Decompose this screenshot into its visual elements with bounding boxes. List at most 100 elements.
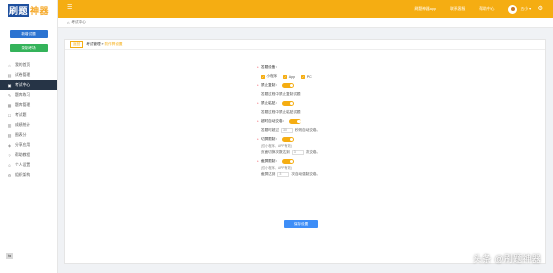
- force-submit-row: * 超时自动交卷：: [257, 117, 397, 126]
- screenshot-row: * 截屏限制：: [257, 157, 397, 166]
- sidebar-item-share[interactable]: ◈ 分享应用: [0, 140, 57, 150]
- screenshot-toggle[interactable]: [281, 159, 294, 164]
- logo-rest: 神器: [30, 5, 50, 16]
- sidebar-item-label: 考试中心: [15, 82, 31, 87]
- avatar: [508, 4, 518, 14]
- check-icon: ✓: [301, 74, 306, 79]
- screenshot-setting: 截屏达到 3 次自动强制交卷。: [257, 170, 397, 179]
- add-question-button[interactable]: 新增试题: [9, 30, 48, 38]
- sidebar-item-label: 试卷管理: [15, 72, 31, 77]
- logo[interactable]: 刷题 神器: [0, 0, 57, 20]
- screenshot-count-input[interactable]: 3: [277, 172, 290, 177]
- sidebar-item-exam-center[interactable]: ▣ 考试中心: [0, 80, 57, 90]
- switch-setting: 页面切换次数达到 3 次交卷。: [257, 148, 397, 157]
- sidebar-item-home[interactable]: ⌂ 我的首页: [0, 60, 57, 70]
- switch-label: 切屏限制：: [261, 137, 279, 141]
- sidebar-item-tests[interactable]: ☐ 考试题: [0, 110, 57, 120]
- sidebar-item-label: 帮助教程: [15, 152, 31, 157]
- sidebar-item-label: 题库管理: [15, 102, 31, 107]
- checkbox-miniprogram[interactable]: ✓ 小程序: [261, 74, 277, 79]
- home-icon[interactable]: ⌂: [67, 20, 69, 25]
- record-exam-button[interactable]: 录制考场: [9, 44, 48, 52]
- device-row: * 答题设备：: [257, 63, 397, 72]
- force-label: 超时自动交卷：: [261, 119, 287, 123]
- top-bar: ☰ 刷题神器app 联系客服 帮助中心 五小 ▾ ⚙: [58, 0, 553, 18]
- checkbox-pc[interactable]: ✓ PC: [301, 74, 312, 79]
- copy-row: * 禁止复制：: [257, 81, 397, 90]
- breadcrumb: ⌂ 考试中心: [58, 18, 553, 28]
- settings-card: 返回 考试管理 » 防作弊设置 * 答题设备： ✓ 小程序 ✓ App ✓ PC * …: [64, 39, 546, 264]
- switch-suffix: 次交卷。: [305, 150, 321, 154]
- gear-icon[interactable]: ⚙: [538, 5, 543, 12]
- sidebar-item-label: 分享应用: [15, 142, 31, 147]
- sidebar-item-org[interactable]: ⚙ 组织架构: [0, 170, 57, 180]
- checkbox-app[interactable]: ✓ App: [283, 74, 296, 79]
- checkbox-label: PC: [306, 74, 312, 79]
- collapse-sidebar-icon[interactable]: ⇆: [6, 253, 13, 259]
- force-setting: 答题时超过 30 秒则自动交卷。: [257, 126, 397, 135]
- device-label: 答题设备：: [261, 65, 279, 69]
- setting-icon: ⚙: [7, 172, 12, 178]
- user-menu[interactable]: 五小 ▾: [508, 4, 531, 14]
- check-icon: ✓: [283, 74, 288, 79]
- chart-icon: ▨: [7, 132, 12, 138]
- doc-icon: ▤: [7, 72, 12, 78]
- switch-toggle[interactable]: [281, 137, 294, 142]
- card-path[interactable]: 考试管理 »: [86, 42, 103, 47]
- score-icon: ▥: [7, 122, 12, 128]
- paste-toggle[interactable]: [281, 101, 294, 106]
- save-settings-button[interactable]: 保存设置: [284, 220, 318, 228]
- paste-label: 禁止粘贴：: [261, 101, 279, 105]
- bank-icon: ▦: [7, 102, 12, 108]
- share-icon: ◈: [7, 142, 12, 148]
- user-icon: ☺: [7, 162, 12, 168]
- card-header: 返回 考试管理 » 防作弊设置: [65, 40, 545, 50]
- force-suffix: 秒则自动交卷。: [294, 128, 321, 132]
- sidebar-item-label: 题库练习: [15, 92, 31, 97]
- sidebar-item-scores[interactable]: ▥ 成绩统计: [0, 120, 57, 130]
- switch-count-input[interactable]: 3: [291, 150, 304, 155]
- nav-app-link[interactable]: 刷题神器app: [415, 7, 437, 12]
- back-button[interactable]: 返回: [70, 41, 84, 48]
- check-icon: ✓: [261, 74, 265, 79]
- sidebar-item-label: 成绩统计: [15, 122, 31, 127]
- checkbox-label: 小程序: [266, 74, 278, 78]
- force-toggle[interactable]: [289, 119, 302, 124]
- sidebar-item-papers[interactable]: ▤ 试卷管理: [0, 70, 57, 80]
- practice-icon: ✎: [7, 92, 12, 98]
- nav-support-link[interactable]: 联系客服: [450, 7, 465, 12]
- sidebar-item-label: 考试题: [15, 112, 27, 117]
- copy-hint: 答题过程中禁止复制试题: [261, 92, 301, 96]
- card-current: 防作弊设置: [104, 42, 123, 46]
- watermark: 头条 @刷题神器: [472, 254, 541, 264]
- test-icon: ☐: [7, 112, 12, 118]
- sidebar-item-label: 我的首页: [15, 62, 31, 67]
- sidebar-item-label: 图表分: [15, 132, 27, 137]
- switch-row: * 切屏限制：: [257, 135, 397, 144]
- checkbox-label: App: [288, 74, 296, 79]
- copy-label: 禁止复制：: [261, 83, 279, 87]
- device-checkboxes: ✓ 小程序 ✓ App ✓ PC: [257, 72, 397, 81]
- logo-highlight: 刷题: [7, 3, 29, 17]
- force-prefix: 答题时超过: [261, 128, 279, 132]
- user-name: 五小 ▾: [520, 7, 531, 11]
- screenshot-label: 截屏限制：: [261, 159, 279, 163]
- sidebar-menu: ⌂ 我的首页 ▤ 试卷管理 ▣ 考试中心 ✎ 题库练习 ▦ 题库管理 ☐ 考试题 ▥ 成绩统计…: [0, 60, 57, 180]
- breadcrumb-current[interactable]: 考试中心: [71, 20, 85, 25]
- sidebar-item-bank[interactable]: ▦ 题库管理: [0, 100, 57, 110]
- sidebar-item-charts[interactable]: ▨ 图表分: [0, 130, 57, 140]
- top-nav: 刷题神器app 联系客服 帮助中心 五小 ▾: [401, 0, 531, 18]
- copy-toggle[interactable]: [281, 83, 294, 88]
- anti-cheat-form: * 答题设备： ✓ 小程序 ✓ App ✓ PC * 禁止复制： 答题过程中禁止复制试…: [257, 63, 397, 179]
- sidebar-item-practice[interactable]: ✎ 题库练习: [0, 90, 57, 100]
- hamburger-icon[interactable]: ☰: [67, 5, 72, 11]
- sidebar-item-label: 组织架构: [15, 172, 31, 177]
- sidebar-item-profile[interactable]: ☺ 个人设置: [0, 160, 57, 170]
- screenshot-suffix: 次自动强制交卷。: [291, 172, 321, 176]
- nav-help-link[interactable]: 帮助中心: [479, 7, 494, 12]
- sidebar: 刷题 神器 新增试题 录制考场 ⌂ 我的首页 ▤ 试卷管理 ▣ 考试中心 ✎ 题库练习 ▦…: [0, 0, 58, 273]
- paste-row: * 禁止粘贴：: [257, 99, 397, 108]
- force-seconds-input[interactable]: 30: [280, 128, 293, 133]
- home-icon: ⌂: [8, 62, 11, 68]
- sidebar-item-help[interactable]: ? 帮助教程: [0, 150, 57, 160]
